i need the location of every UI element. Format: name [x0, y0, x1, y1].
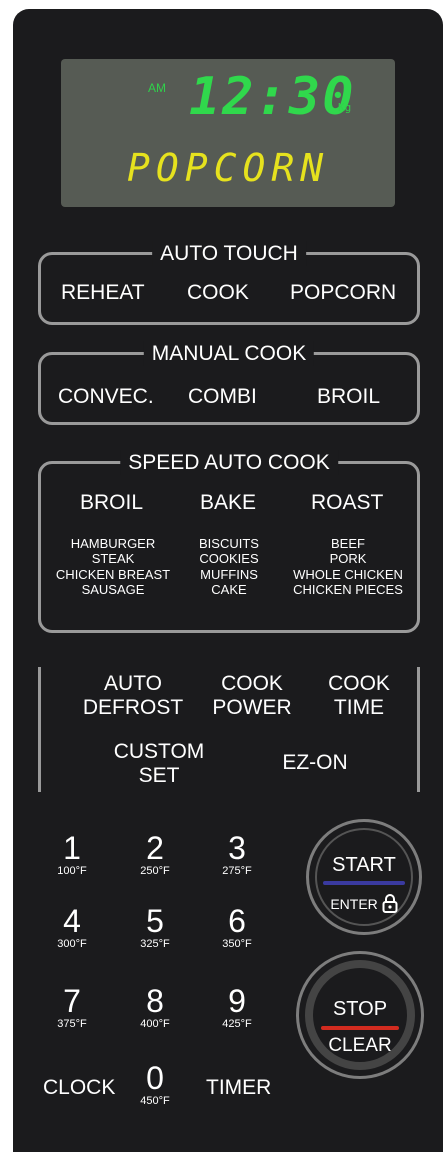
- key-digit: 1: [63, 830, 81, 866]
- broil-items: HAMBURGER STEAK CHICKEN BREAST SAUSAGE: [50, 536, 176, 597]
- key-digit: 8: [146, 983, 164, 1019]
- auto-defrost-line1: AUTO: [104, 672, 162, 695]
- timer-button[interactable]: TIMER: [206, 1076, 271, 1100]
- manual-broil-button[interactable]: BROIL: [317, 385, 380, 409]
- key-3[interactable]: 3 275°F: [207, 832, 267, 877]
- am-indicator: AM: [148, 81, 166, 95]
- broil-item: HAMBURGER: [70, 536, 156, 551]
- auto-touch-title: AUTO TOUCH: [152, 241, 306, 267]
- cook-power-line1: COOK: [221, 672, 283, 695]
- manual-cook-title: MANUAL COOK: [143, 341, 315, 367]
- roast-button[interactable]: ROAST: [311, 491, 383, 515]
- display-message: POPCORN: [127, 146, 330, 190]
- broil-item: SAUSAGE: [81, 581, 145, 597]
- key-digit: 7: [63, 983, 81, 1019]
- cook-power-line2: POWER: [212, 696, 292, 720]
- clear-label: CLEAR: [328, 1035, 392, 1056]
- key-temp: 375°F: [57, 1018, 87, 1030]
- bake-item: MUFFINS: [200, 566, 258, 582]
- kg-indicator: Kg: [338, 101, 352, 114]
- key-temp: 425°F: [222, 1018, 252, 1030]
- roast-item: CHICKEN PIECES: [293, 581, 403, 597]
- enter-label: ENTER: [330, 896, 378, 912]
- cook-button[interactable]: COOK: [187, 281, 249, 305]
- roast-item: BEEF: [331, 536, 365, 551]
- key-digit: 4: [63, 903, 81, 939]
- roast-items: BEEF PORK WHOLE CHICKEN CHICKEN PIECES: [286, 536, 410, 597]
- speed-auto-cook-title: SPEED AUTO COOK: [120, 450, 338, 476]
- key-1[interactable]: 1 100°F: [42, 832, 102, 877]
- left-divider: [38, 667, 41, 792]
- key-temp: 275°F: [222, 865, 252, 877]
- key-5[interactable]: 5 325°F: [125, 905, 185, 950]
- key-temp: 325°F: [140, 938, 170, 950]
- key-temp: 350°F: [222, 938, 252, 950]
- bake-item: BISCUITS: [199, 536, 259, 551]
- auto-defrost-line2: DEFROST: [82, 696, 184, 720]
- cook-time-button[interactable]: COOK TIME: [316, 672, 402, 720]
- start-button[interactable]: START ENTER: [306, 819, 422, 935]
- bake-item: COOKIES: [199, 551, 259, 567]
- key-digit: 9: [228, 983, 246, 1019]
- convec-button[interactable]: CONVEC.: [58, 385, 154, 409]
- broil-item: CHICKEN BREAST: [55, 566, 171, 582]
- cook-time-line1: COOK: [328, 672, 390, 695]
- bake-button[interactable]: BAKE: [200, 491, 256, 515]
- ez-on-button[interactable]: EZ-ON: [270, 751, 360, 775]
- stop-clear-button[interactable]: STOP CLEAR: [296, 951, 424, 1079]
- lock-icon: [382, 894, 398, 913]
- popcorn-button[interactable]: POPCORN: [290, 281, 396, 305]
- right-divider: [417, 667, 420, 792]
- key-9[interactable]: 9 425°F: [207, 985, 267, 1030]
- clock-button[interactable]: CLOCK: [43, 1076, 115, 1100]
- key-temp: 100°F: [57, 865, 87, 877]
- cook-power-button[interactable]: COOK POWER: [200, 672, 304, 720]
- key-temp: 300°F: [57, 938, 87, 950]
- custom-set-line1: CUSTOM: [113, 740, 205, 763]
- key-temp: 250°F: [140, 865, 170, 877]
- key-digit: 6: [228, 903, 246, 939]
- key-2[interactable]: 2 250°F: [125, 832, 185, 877]
- key-digit: 5: [146, 903, 164, 939]
- broil-item: STEAK: [91, 551, 135, 567]
- start-bar: [323, 881, 405, 885]
- key-digit: 2: [146, 830, 164, 866]
- cook-time-line2: TIME: [333, 696, 385, 720]
- custom-set-line2: SET: [138, 764, 180, 788]
- key-digit: 3: [228, 830, 246, 866]
- key-6[interactable]: 6 350°F: [207, 905, 267, 950]
- roast-item: WHOLE CHICKEN: [293, 566, 403, 582]
- roast-item: PORK: [329, 551, 367, 567]
- key-temp: 450°F: [140, 1095, 170, 1107]
- key-8[interactable]: 8 400°F: [125, 985, 185, 1030]
- key-digit: 0: [146, 1060, 164, 1096]
- key-0[interactable]: 0 450°F: [125, 1062, 185, 1107]
- bake-item: CAKE: [211, 581, 247, 597]
- key-4[interactable]: 4 300°F: [42, 905, 102, 950]
- combi-button[interactable]: COMBI: [188, 385, 257, 409]
- auto-defrost-button[interactable]: AUTO DEFROST: [68, 672, 198, 720]
- custom-set-button[interactable]: CUSTOM SET: [104, 740, 214, 788]
- stop-bar: [321, 1026, 399, 1030]
- speed-broil-button[interactable]: BROIL: [80, 491, 143, 515]
- clock-readout: 12:30: [189, 67, 356, 127]
- start-label: START: [332, 854, 396, 876]
- enter-row: ENTER: [309, 893, 419, 913]
- key-temp: 400°F: [140, 1018, 170, 1030]
- bake-items: BISCUITS COOKIES MUFFINS CAKE: [188, 536, 270, 597]
- key-7[interactable]: 7 375°F: [42, 985, 102, 1030]
- stop-label: STOP: [332, 998, 388, 1020]
- reheat-button[interactable]: REHEAT: [61, 281, 145, 305]
- lcd-display: AM 12:30 Kg POPCORN: [61, 59, 395, 207]
